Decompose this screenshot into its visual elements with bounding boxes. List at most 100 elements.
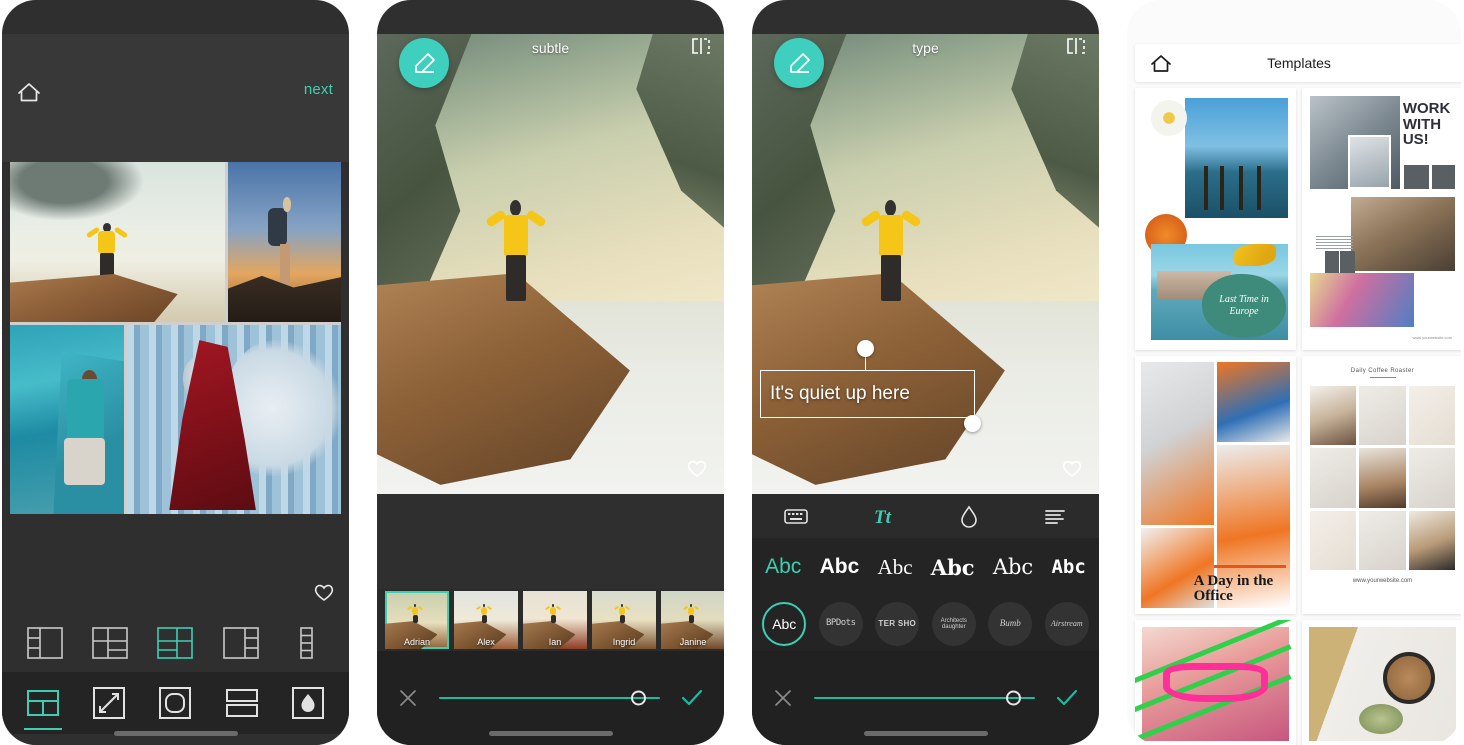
template-heading: Daily Coffee Roaster [1350,368,1415,374]
close-x-icon[interactable] [377,687,439,709]
template-card-glasses[interactable] [1135,620,1296,745]
font-sample-row[interactable]: Abc Abc Abc Abc Abc Abc [752,538,1099,596]
template-image [1310,273,1415,328]
font-sample[interactable]: Abc [1051,556,1085,578]
font-sample[interactable]: Abc [765,555,801,579]
tab-keyboard[interactable] [783,506,809,526]
filter-thumb[interactable]: Adrian [385,591,449,649]
phone-filter-editor: subtle Adrian Alex Ian Ingrid Janine [377,0,724,745]
template-caption-blob: Last Time in Europe [1202,274,1286,338]
daisy-decoration [1151,100,1187,136]
layout-option-2[interactable] [88,624,132,662]
text-rotate-handle[interactable] [857,340,874,357]
template-card-europe[interactable]: Last Time in Europe [1135,88,1296,350]
template-card-work[interactable]: WORK WITH US! www.yourwebsite.com [1302,88,1461,350]
home-icon[interactable] [1149,52,1173,74]
filter-photo-canvas[interactable] [377,34,724,494]
tab-color[interactable] [958,504,980,528]
filter-thumb[interactable]: Janine [661,591,724,649]
font-sample[interactable]: Abc [993,555,1033,579]
font-sample[interactable]: Abc [878,555,913,580]
filter-name: Janine [679,637,707,647]
filter-thumb[interactable]: Alex [454,591,518,649]
template-heading: WORK WITH US! [1402,99,1451,149]
layout-option-5[interactable] [284,624,328,662]
page-title: Templates [1267,55,1331,71]
font-chip[interactable]: BPDots [818,602,863,646]
font-chip-row[interactable]: Abc BPDots TER SHO Architects daughter B… [752,596,1099,652]
text-overlay-box[interactable]: It's quiet up here [760,370,975,418]
text-photo-canvas[interactable] [752,34,1099,494]
layout-option-3[interactable] [153,624,197,662]
tool-resize-button[interactable] [88,682,130,724]
templates-header: Templates [1135,44,1461,82]
intensity-slider[interactable] [439,688,660,708]
check-icon[interactable] [1035,687,1099,709]
templates-grid[interactable]: Last Time in Europe WORK WITH US! www.yo… [1135,88,1461,745]
glasses-frame [1162,663,1269,703]
text-title: type [912,40,939,56]
svg-text:Tt: Tt [874,507,892,527]
template-swatch [1404,164,1429,190]
home-icon[interactable] [16,80,42,104]
filter-strip[interactable]: Adrian Alex Ian Ingrid Janine [377,589,724,651]
tool-rounded-corners-button[interactable] [154,682,196,724]
font-chip[interactable]: Abc [762,602,807,646]
text-size-slider[interactable] [814,688,1035,708]
template-card-latte[interactable] [1302,620,1461,745]
layout-option-4[interactable] [219,624,263,662]
template-swatch [1324,250,1339,274]
collage-cell-wolf[interactable] [127,325,341,514]
close-x-icon[interactable] [752,687,814,709]
template-url: www.yourwebsite.com [1412,334,1453,340]
collage-cell-lake[interactable] [10,325,124,514]
collage-topbar: next [2,34,349,162]
template-swatch [1340,250,1355,274]
font-chip[interactable]: Bumb [988,602,1033,646]
text-overlay-value: It's quiet up here [770,383,910,404]
font-sample[interactable]: Abc [820,555,860,579]
tool-background-button[interactable] [287,682,329,724]
text-resize-handle[interactable] [964,415,981,432]
filter-name: Alex [477,637,495,647]
template-photo-grid [1310,386,1455,570]
filter-title: subtle [531,40,570,56]
font-chip[interactable]: TER SHO [875,602,920,646]
template-divider [1369,377,1396,378]
template-card-office[interactable]: A Day in the Office [1135,356,1296,614]
filter-thumb[interactable]: Ian [523,591,587,649]
template-card-coffee[interactable]: Daily Coffee Roaster www.yourwebsite.com [1302,356,1461,614]
template-url: www.yourwebsite.com [1352,577,1413,584]
home-indicator [488,731,613,736]
tab-align[interactable] [1042,506,1068,526]
collage-canvas[interactable] [10,162,341,514]
collage-cell-hiker[interactable] [228,162,341,322]
check-icon[interactable] [660,687,724,709]
heart-icon[interactable] [686,458,708,478]
slider-knob[interactable] [1006,690,1021,706]
eraser-icon[interactable] [774,38,824,88]
layout-option-1[interactable] [23,624,67,662]
font-chip[interactable]: Architects daughter [931,602,976,646]
next-button[interactable]: next [304,81,333,98]
compare-split-icon[interactable] [690,36,712,56]
template-image [1217,362,1290,442]
filter-name: Adrian [403,637,430,647]
heart-icon[interactable] [1061,458,1083,478]
compare-split-icon[interactable] [1065,36,1087,56]
filter-thumb[interactable]: Ingrid [592,591,656,649]
slider-knob[interactable] [631,690,646,706]
tool-row [2,672,349,734]
tool-spacing-button[interactable] [221,682,263,724]
heart-icon[interactable] [313,582,335,602]
phone-collage-editor: next [2,0,349,745]
tool-grid-button[interactable] [22,682,64,730]
font-sample[interactable]: Abc [931,555,975,580]
collage-cell-cliff[interactable] [10,162,225,322]
bird-decoration [1234,244,1276,266]
eraser-icon[interactable] [399,38,449,88]
template-image [1141,362,1214,525]
font-chip[interactable]: Airstream [1044,602,1089,646]
tab-typeface[interactable]: Tt [871,505,897,527]
text-tab-bar: Tt [752,494,1099,538]
